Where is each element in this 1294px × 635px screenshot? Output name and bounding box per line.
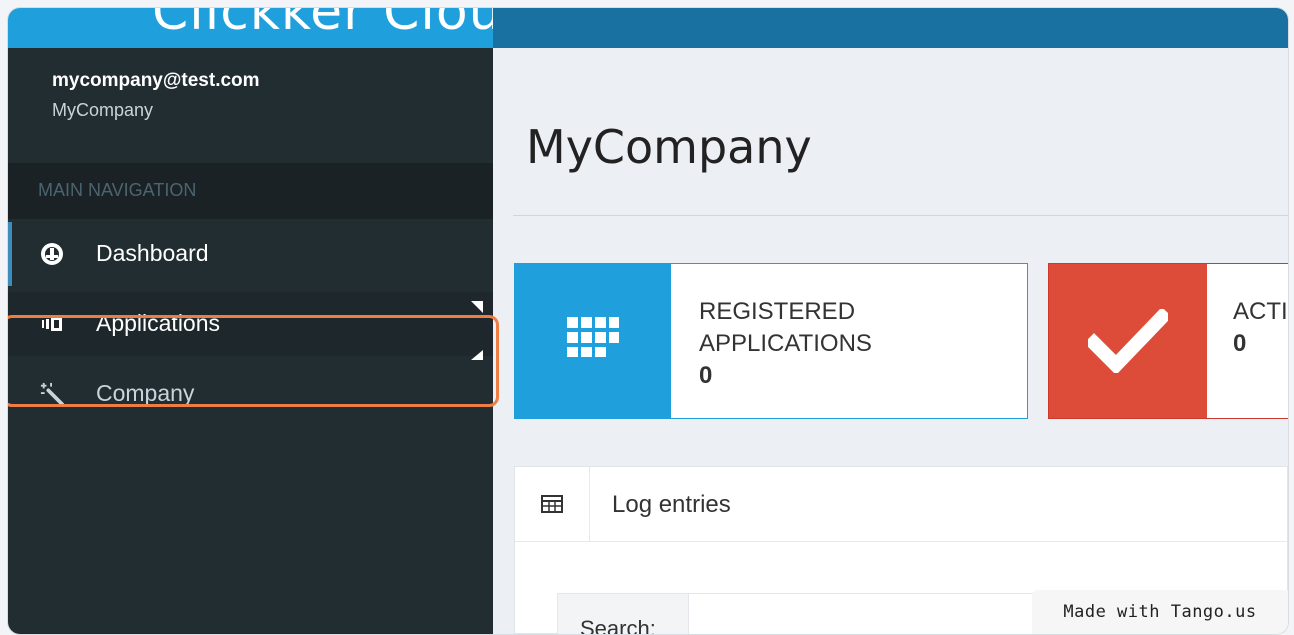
check-icon [1049,264,1207,418]
brand-logo[interactable]: Clickker Cloud [152,8,493,42]
caret-icon [471,301,483,313]
sidebar-item-label: Applications [96,310,221,336]
table-icon [515,467,590,541]
info-box-value: 0 [1233,330,1247,357]
info-box-text: REGISTERED APPLICATIONS 0 [699,296,872,392]
search-label: Search: [580,616,656,634]
sidebar: mycompany@test.com MyCompany MAIN NAVIGA… [8,48,499,634]
sidebar-item-label: Company [96,380,195,406]
magic-wand-icon [40,382,64,406]
info-box-title-line2: APPLICATIONS [699,330,872,357]
page-title: MyCompany [526,120,812,174]
top-navbar [493,8,1288,48]
panel-title: Log entries [612,491,731,518]
sidebar-item-applications[interactable]: Applications [8,292,493,360]
info-box-active[interactable]: ACTI 0 [1048,263,1288,419]
app-window: Clickker Cloud mycompany@test.com MyComp… [8,8,1288,634]
sidebar-item-label: Dashboard [96,240,209,266]
nav-section-label: MAIN NAVIGATION [38,180,197,200]
info-box-title-line1: ACTI [1233,298,1288,325]
user-email: mycompany@test.com [52,70,260,91]
info-box-text: ACTI 0 [1233,296,1288,360]
logo-bar[interactable]: Clickker Cloud [8,8,493,48]
applications-icon [40,312,64,336]
nav-section-header: MAIN NAVIGATION [8,163,493,219]
user-company: MyCompany [52,100,154,120]
info-box-value: 0 [699,362,713,389]
caret-icon [471,350,483,360]
divider [513,215,1288,216]
info-box-title-line1: REGISTERED [699,298,856,325]
grid-icon [515,264,671,418]
menu-toggle-icon[interactable] [44,8,66,17]
sidebar-item-dashboard[interactable]: Dashboard [8,222,493,286]
sidebar-item-company[interactable]: Company [8,362,493,426]
panel-header: Log entries [515,467,1287,542]
dashboard-icon [40,242,64,266]
tango-watermark: Made with Tango.us [1032,590,1288,634]
info-box-registered-applications[interactable]: REGISTERED APPLICATIONS 0 [514,263,1028,419]
